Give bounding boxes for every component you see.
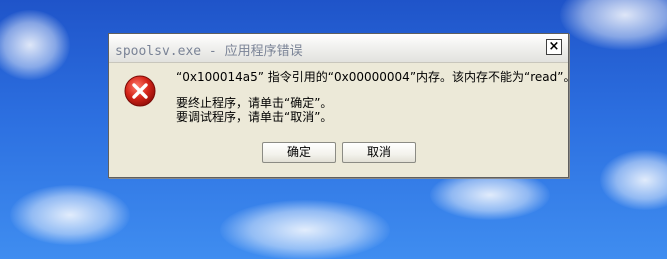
close-button[interactable]: × bbox=[546, 39, 562, 55]
cloud-bottom-left bbox=[10, 185, 130, 245]
error-message-line-2: 要终止程序，请单击“确定”。 bbox=[176, 96, 333, 110]
cloud-top-right bbox=[560, 0, 667, 50]
close-icon: × bbox=[548, 39, 560, 54]
dialog-titlebar[interactable]: spoolsv.exe - 应用程序错误 × bbox=[109, 34, 568, 63]
dialog-title: spoolsv.exe - 应用程序错误 bbox=[115, 44, 303, 59]
error-message-line-1: “0x100014a5” 指令引用的“0x00000004”内存。该内存不能为“… bbox=[176, 70, 576, 84]
error-dialog: spoolsv.exe - 应用程序错误 × “0x100014a5” 指令引用… bbox=[108, 33, 576, 178]
cloud-right bbox=[600, 150, 667, 210]
cancel-button[interactable]: 取消 bbox=[342, 142, 416, 163]
ok-button[interactable]: 确定 bbox=[262, 142, 336, 163]
error-message-line-3: 要调试程序，请单击“取消”。 bbox=[176, 110, 333, 124]
cloud-left bbox=[0, 10, 70, 80]
cloud-bottom-center bbox=[220, 200, 390, 259]
error-message: “0x100014a5” 指令引用的“0x00000004”内存。该内存不能为“… bbox=[176, 70, 576, 124]
desktop-background: spoolsv.exe - 应用程序错误 × “0x100014a5” 指令引用… bbox=[0, 0, 667, 259]
error-icon bbox=[124, 75, 156, 107]
